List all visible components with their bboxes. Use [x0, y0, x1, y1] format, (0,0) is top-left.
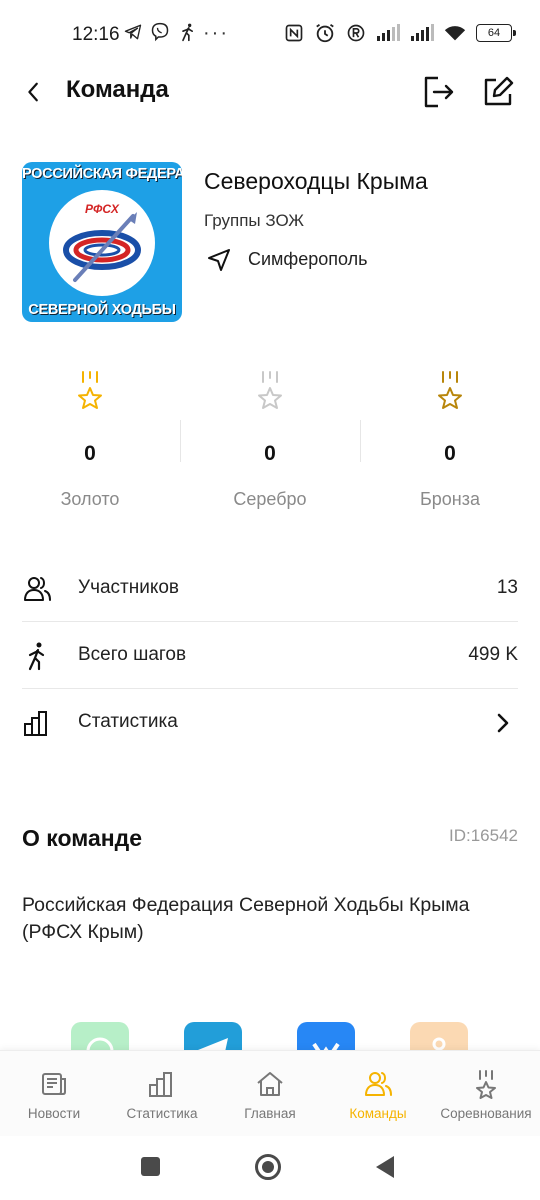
walking-icon [28, 642, 45, 671]
bottom-navigation: Новости Статистика Главная Команды Сорев… [0, 1050, 540, 1136]
bar-chart-icon [24, 711, 47, 736]
members-row[interactable]: Участников 13 [22, 555, 518, 621]
silver-label: Серебро [233, 489, 307, 509]
members-icon [24, 577, 51, 601]
steps-label: Всего шагов [78, 644, 187, 665]
exit-icon [424, 76, 454, 108]
team-name: Североходцы Крыма [204, 168, 428, 194]
system-back-button[interactable] [376, 1156, 394, 1178]
status-system-icons: 64 [284, 22, 516, 44]
walking-icon [182, 23, 193, 42]
logo-text-bottom: СЕВЕРНОЙ ХОДЬБЫ [28, 302, 176, 318]
medal-bronze: 0 Бронза [360, 370, 540, 520]
team-city: Симферополь [248, 249, 368, 269]
status-more-dots: ··· [203, 22, 229, 44]
battery-level: 64 [487, 27, 501, 39]
team-logo: РОССИЙСКАЯ ФЕДЕРАЦИЯ РФСХ СЕВЕРНОЙ ХОДЬБ… [22, 162, 182, 322]
team-type: Группы ЗОЖ [204, 211, 304, 230]
chevron-right-icon [497, 713, 509, 733]
wifi-icon [444, 26, 466, 41]
bronze-medal-icon [438, 371, 462, 409]
about-title: О команде [22, 825, 143, 851]
nav-news-label: Новости [27, 1106, 81, 1121]
statistics-row[interactable]: Статистика [22, 689, 518, 755]
medal-gold: 0 Золото [0, 370, 180, 520]
chevron-left-icon [28, 82, 38, 102]
battery-icon: 64 [476, 24, 516, 42]
silver-count: 0 [264, 442, 276, 465]
logo-emblem: РФСХ [49, 190, 155, 296]
status-time: 12:16 [72, 24, 120, 45]
nav-competitions[interactable]: Соревнования [432, 1051, 540, 1137]
nav-teams[interactable]: Команды [324, 1051, 432, 1137]
statistics-label: Статистика [78, 711, 178, 732]
edit-team-button[interactable] [480, 74, 516, 110]
recent-apps-button[interactable] [141, 1157, 160, 1176]
home-icon [257, 1072, 283, 1096]
gold-medal-icon [78, 371, 102, 409]
gold-label: Золото [60, 489, 120, 509]
alarm-icon [316, 23, 334, 43]
members-value: 13 [496, 577, 518, 598]
stats-icon [149, 1072, 172, 1097]
logo-text-top: РОССИЙСКАЯ ФЕДЕРАЦИЯ [22, 166, 182, 182]
leave-team-button[interactable] [420, 74, 456, 110]
system-navigation-bar [0, 1136, 540, 1200]
registered-icon [347, 24, 365, 42]
signal-icon [377, 24, 400, 41]
bronze-label: Бронза [419, 489, 481, 509]
status-notification-icons [124, 22, 198, 42]
location-arrow-icon [208, 249, 230, 271]
back-button[interactable] [18, 76, 50, 108]
trophy-icon [476, 1070, 496, 1099]
status-bar: 12:16 ··· 64 [0, 0, 540, 68]
steps-value: 499 K [468, 644, 518, 665]
members-label: Участников [78, 577, 180, 598]
edit-icon [484, 76, 514, 106]
nfc-icon [285, 24, 303, 42]
steps-row[interactable]: Всего шагов 499 K [22, 622, 518, 688]
team-icon [365, 1072, 392, 1096]
nav-competitions-label: Соревнования [440, 1106, 532, 1121]
page-title: Команда [66, 76, 169, 103]
viber-icon [151, 22, 169, 42]
silver-medal-icon [258, 371, 282, 409]
app-header: Команда [0, 68, 540, 116]
nav-teams-label: Команды [349, 1106, 407, 1121]
telegram-icon [124, 24, 142, 40]
nav-statistics-label: Статистика [126, 1106, 198, 1121]
team-id: ID:16542 [449, 826, 518, 845]
nav-statistics[interactable]: Статистика [108, 1051, 216, 1137]
medal-silver: 0 Серебро [180, 370, 360, 520]
home-button[interactable] [255, 1154, 281, 1180]
about-description: Российская Федерация Северной Ходьбы Кры… [22, 894, 470, 943]
gold-count: 0 [84, 442, 96, 465]
nav-news[interactable]: Новости [0, 1051, 108, 1137]
logo-track-icon [63, 212, 141, 282]
bronze-count: 0 [444, 442, 456, 465]
news-icon [42, 1073, 66, 1095]
nav-home-label: Главная [244, 1106, 296, 1121]
nav-home[interactable]: Главная [216, 1051, 324, 1137]
signal-icon-2 [411, 24, 434, 41]
